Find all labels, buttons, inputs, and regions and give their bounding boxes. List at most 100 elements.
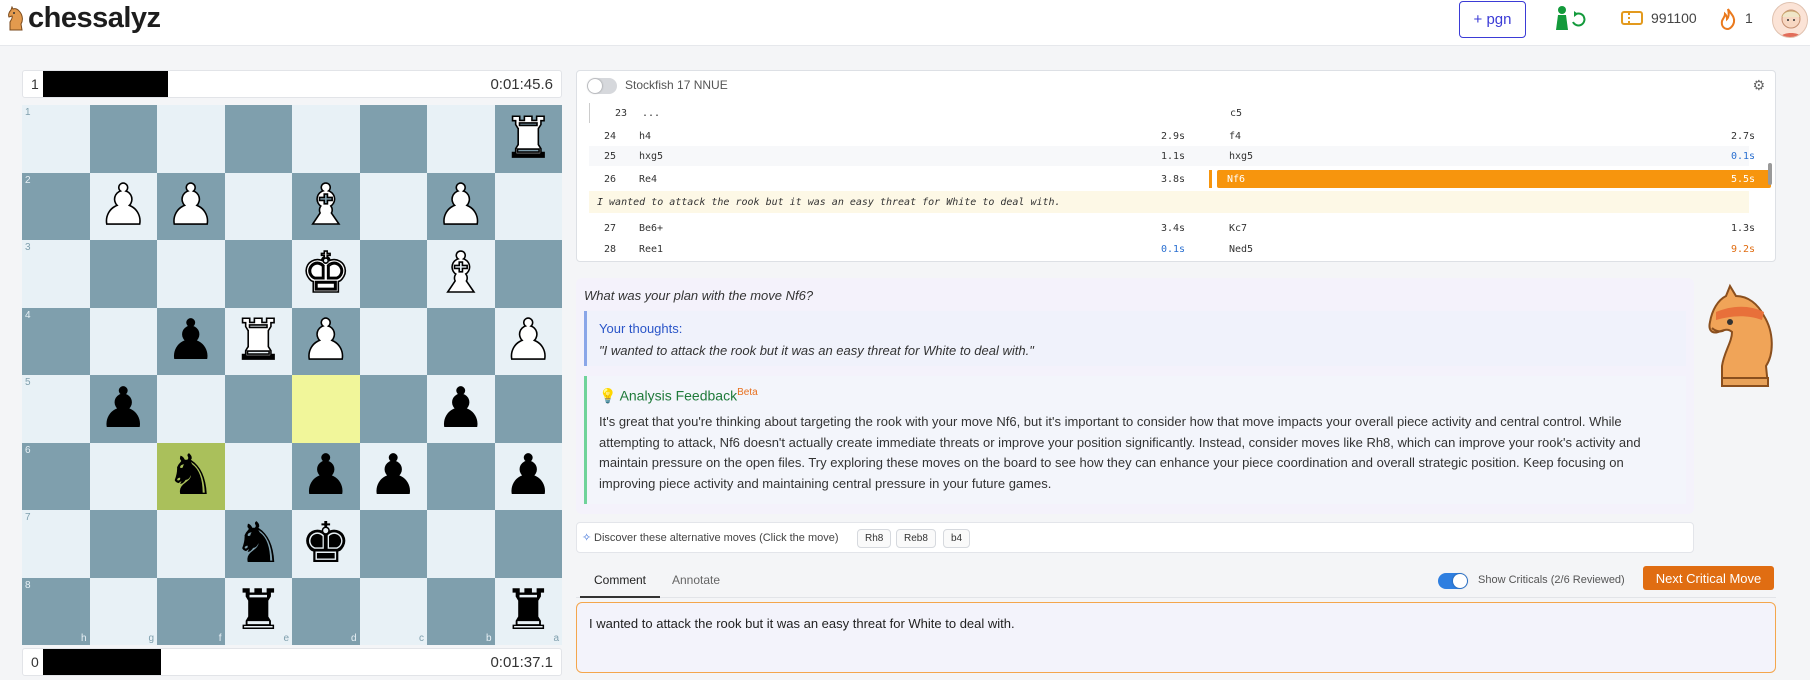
tab-comment[interactable]: Comment [594, 573, 646, 587]
board-square[interactable]: ♞ [224, 510, 292, 578]
board-square[interactable] [359, 240, 427, 308]
black-rook-icon[interactable]: ♜ [503, 583, 553, 639]
critical-move-highlight[interactable] [1217, 170, 1771, 188]
black-pawn-icon[interactable]: ♟ [301, 448, 351, 504]
alt-move-chip[interactable]: Reb8 [896, 529, 936, 548]
black-pawn-icon[interactable]: ♟ [166, 313, 216, 369]
black-king-icon[interactable]: ♚ [301, 515, 351, 572]
board-square[interactable] [359, 307, 427, 375]
black-pawn-icon[interactable]: ♟ [368, 448, 418, 504]
tab-annotate[interactable]: Annotate [672, 573, 720, 587]
chess-board[interactable]: 1 ♜ 2 ♟ ♟ ♝ ♟ 3 ♚ ♝ 4 ♟ ♜ ♟ ♟ 5 ♟ ♟ 6 ♞ ♟ ♟ ♟ 7 ♞ ♚ 8 h g f e ♜ d c b a ♜ [22, 105, 562, 645]
black-knight-icon[interactable]: ♞ [233, 515, 283, 572]
board-square[interactable]: 1 [22, 105, 90, 173]
board-square[interactable]: ♟ [157, 172, 225, 240]
board-square[interactable]: 8h [22, 577, 90, 645]
board-square[interactable]: ♟ [427, 172, 495, 240]
board-square[interactable] [89, 442, 157, 510]
board-square[interactable] [427, 307, 495, 375]
board-square[interactable] [157, 510, 225, 578]
board-square[interactable]: 7 [22, 510, 90, 578]
white-rook-icon[interactable]: ♜ [232, 312, 284, 370]
board-square[interactable] [359, 105, 427, 173]
board-square[interactable]: 3 [22, 240, 90, 308]
board-square[interactable] [224, 375, 292, 443]
white-pawn-icon[interactable]: ♟ [97, 177, 149, 235]
board-square[interactable] [494, 240, 562, 308]
board-square[interactable]: 5 [22, 375, 90, 443]
board-square[interactable]: 6 [22, 442, 90, 510]
board-square[interactable] [224, 240, 292, 308]
white-king-icon[interactable]: ♚ [300, 244, 352, 302]
board-square[interactable] [359, 172, 427, 240]
board-square[interactable] [224, 172, 292, 240]
black-pawn-icon[interactable]: ♟ [436, 380, 486, 437]
board-square[interactable] [157, 240, 225, 308]
board-square[interactable]: a ♜ [494, 577, 562, 645]
board-square[interactable]: e ♜ [224, 577, 292, 645]
move-list-scrollbar[interactable] [1768, 163, 1772, 185]
board-square[interactable]: b [427, 577, 495, 645]
board-square[interactable]: c [359, 577, 427, 645]
board-square[interactable]: ♝ [427, 240, 495, 308]
board-square[interactable] [89, 240, 157, 308]
white-pawn-icon[interactable]: ♟ [502, 312, 554, 370]
board-square[interactable]: 4 [22, 307, 90, 375]
board-square[interactable] [427, 510, 495, 578]
board-square[interactable]: f [157, 577, 225, 645]
white-bishop-icon[interactable]: ♝ [300, 177, 352, 235]
black-pawn-icon[interactable]: ♟ [98, 380, 148, 437]
alt-move-chip[interactable]: Rh8 [857, 529, 892, 548]
board-square[interactable]: ♞ [157, 442, 225, 510]
board-square[interactable]: ♚ [292, 510, 360, 578]
white-pawn-icon[interactable]: ♟ [300, 312, 352, 370]
board-square[interactable]: ♝ [292, 172, 360, 240]
board-square[interactable] [89, 510, 157, 578]
black-rook-icon[interactable]: ♜ [233, 583, 283, 639]
move-row[interactable]: 27 Be6+ 3.4s Kc7 1.3s [589, 218, 1755, 238]
board-square[interactable]: ♟ [292, 307, 360, 375]
white-pawn-icon[interactable]: ♟ [165, 177, 217, 235]
board-square[interactable]: ♟ [359, 442, 427, 510]
white-rook-icon[interactable]: ♜ [502, 109, 554, 167]
engine-toggle[interactable] [587, 78, 617, 94]
board-square[interactable]: ♟ [89, 375, 157, 443]
board-square[interactable] [427, 105, 495, 173]
board-square[interactable]: ♜ [494, 105, 562, 173]
add-pgn-button[interactable]: + pgn [1459, 1, 1526, 38]
board-square[interactable] [224, 105, 292, 173]
show-criticals-toggle[interactable] [1438, 573, 1468, 589]
move-row[interactable]: 28 Ree1 0.1s Ned5 9.2s [589, 239, 1755, 259]
player-refresh-icon[interactable] [1551, 4, 1587, 34]
board-square[interactable]: ♜ [224, 307, 292, 375]
next-critical-move-button[interactable]: Next Critical Move [1643, 566, 1774, 590]
board-square[interactable]: ♟ [427, 375, 495, 443]
board-square[interactable]: ♟ [89, 172, 157, 240]
board-square[interactable] [494, 510, 562, 578]
board-square[interactable] [89, 307, 157, 375]
black-knight-icon[interactable]: ♞ [166, 448, 216, 504]
board-square[interactable] [494, 375, 562, 443]
move-row[interactable]: 25 hxg5 1.1s hxg5 0.1s [589, 146, 1755, 166]
board-square[interactable]: ♟ [494, 307, 562, 375]
board-square[interactable]: ♟ [157, 307, 225, 375]
black-pawn-icon[interactable]: ♟ [503, 448, 553, 504]
board-square[interactable] [157, 375, 225, 443]
logo[interactable]: chessalyz [6, 2, 161, 35]
move-row-critical[interactable]: 26 Re4 3.8s Nf6 5.5s [589, 169, 1771, 189]
comment-textarea[interactable]: I wanted to attack the rook but it was a… [576, 602, 1776, 673]
gear-icon[interactable]: ⚙ [1752, 77, 1765, 94]
board-square[interactable] [224, 442, 292, 510]
board-square[interactable] [292, 105, 360, 173]
board-square[interactable] [494, 172, 562, 240]
board-square[interactable]: g [89, 577, 157, 645]
board-square[interactable] [359, 510, 427, 578]
board-square[interactable]: ♟ [292, 442, 360, 510]
white-bishop-icon[interactable]: ♝ [435, 244, 487, 302]
board-square[interactable] [157, 105, 225, 173]
board-square[interactable]: ♟ [494, 442, 562, 510]
user-avatar[interactable] [1772, 2, 1808, 38]
board-square[interactable] [292, 375, 360, 443]
board-square[interactable]: d [292, 577, 360, 645]
board-square[interactable]: 2 [22, 172, 90, 240]
